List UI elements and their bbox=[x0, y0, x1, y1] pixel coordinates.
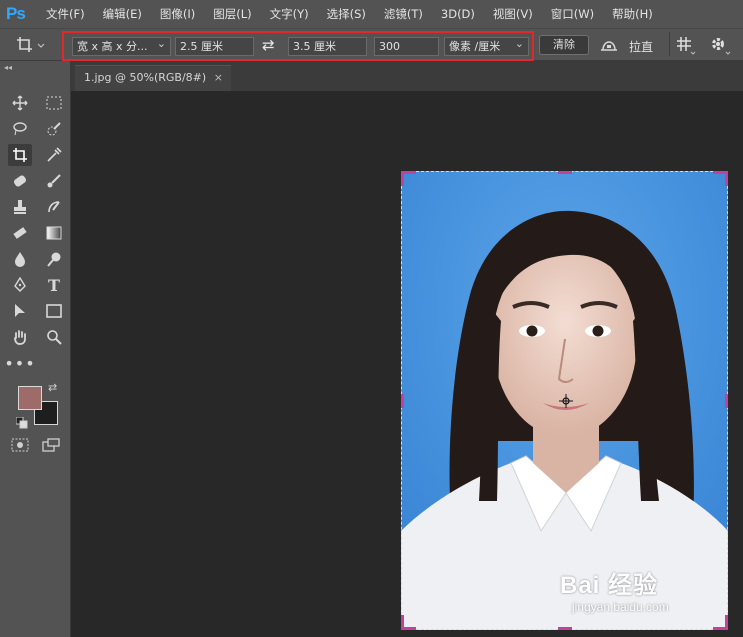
options-divider bbox=[669, 32, 670, 56]
clear-button[interactable]: 清除 bbox=[539, 35, 589, 55]
crop-handle-top-right[interactable] bbox=[713, 171, 728, 186]
dodge-tool-icon[interactable] bbox=[42, 248, 66, 270]
type-tool-icon[interactable]: T bbox=[42, 274, 66, 296]
straighten-icon[interactable] bbox=[598, 36, 620, 57]
menu-image[interactable]: 图像(I) bbox=[160, 6, 204, 22]
default-colors-icon[interactable] bbox=[15, 416, 28, 432]
more-tools-icon[interactable]: ••• bbox=[4, 352, 34, 374]
crop-handle-top[interactable] bbox=[558, 171, 572, 174]
healing-brush-tool-icon[interactable] bbox=[8, 170, 32, 192]
crop-tool-preset-icon[interactable] bbox=[16, 36, 46, 57]
baidu-watermark: Bai 经验 jingyan.baidu.com bbox=[560, 565, 669, 614]
menu-select[interactable]: 选择(S) bbox=[327, 6, 375, 22]
menu-window[interactable]: 窗口(W) bbox=[551, 6, 603, 22]
lasso-tool-icon[interactable] bbox=[8, 118, 32, 140]
menu-filter[interactable]: 滤镜(T) bbox=[384, 6, 432, 22]
settings-gear-icon[interactable] bbox=[710, 36, 732, 59]
crop-center-crosshair-icon bbox=[559, 394, 573, 411]
crop-handle-bottom-left[interactable] bbox=[401, 615, 416, 630]
menu-items: 文件(F) 编辑(E) 图像(I) 图层(L) 文字(Y) 选择(S) 滤镜(T… bbox=[46, 0, 671, 28]
move-tool-icon[interactable] bbox=[8, 92, 32, 114]
crop-handle-left[interactable] bbox=[401, 394, 404, 408]
marquee-tool-icon[interactable] bbox=[42, 92, 66, 114]
collapse-toolbar-icon[interactable]: ◂◂ bbox=[4, 63, 12, 72]
document-tab[interactable]: 1.jpg @ 50%(RGB/8#) × bbox=[75, 65, 231, 91]
path-selection-tool-icon[interactable] bbox=[8, 300, 32, 322]
crop-bounding-box[interactable] bbox=[401, 171, 728, 630]
quick-selection-tool-icon[interactable] bbox=[42, 118, 66, 140]
menu-file[interactable]: 文件(F) bbox=[46, 6, 94, 22]
crop-handle-top-left[interactable] bbox=[401, 171, 416, 186]
blur-tool-icon[interactable] bbox=[8, 248, 32, 270]
menu-3d[interactable]: 3D(D) bbox=[441, 7, 484, 21]
close-tab-icon[interactable]: × bbox=[214, 66, 223, 90]
eyedropper-tool-icon[interactable] bbox=[42, 144, 66, 166]
crop-tool-icon[interactable] bbox=[8, 144, 32, 166]
screen-mode-icon[interactable] bbox=[42, 438, 60, 455]
menu-view[interactable]: 视图(V) bbox=[493, 6, 542, 22]
zoom-tool-icon[interactable] bbox=[42, 326, 66, 348]
crop-handle-right[interactable] bbox=[725, 394, 728, 408]
highlight-annotation-box bbox=[62, 31, 534, 61]
clone-stamp-tool-icon[interactable] bbox=[8, 196, 32, 218]
swap-colors-icon[interactable]: ⇄ bbox=[48, 381, 57, 394]
menu-edit[interactable]: 编辑(E) bbox=[103, 6, 151, 22]
crop-handle-bottom[interactable] bbox=[558, 627, 572, 630]
tools-grid: T ••• bbox=[4, 92, 66, 374]
gradient-tool-icon[interactable] bbox=[42, 222, 66, 244]
history-brush-tool-icon[interactable] bbox=[42, 196, 66, 218]
watermark-url: jingyan.baidu.com bbox=[572, 600, 669, 614]
quick-mask-icon[interactable] bbox=[11, 438, 29, 455]
eraser-tool-icon[interactable] bbox=[8, 222, 32, 244]
pen-tool-icon[interactable] bbox=[8, 274, 32, 296]
menu-layer[interactable]: 图层(L) bbox=[213, 6, 260, 22]
brush-tool-icon[interactable] bbox=[42, 170, 66, 192]
rectangle-tool-icon[interactable] bbox=[42, 300, 66, 322]
straighten-label[interactable]: 拉直 bbox=[629, 38, 653, 55]
photoshop-logo: Ps bbox=[6, 4, 26, 23]
grid-overlay-icon[interactable] bbox=[676, 36, 698, 59]
menu-help[interactable]: 帮助(H) bbox=[612, 6, 662, 22]
foreground-color-swatch[interactable] bbox=[18, 386, 42, 410]
crop-handle-bottom-right[interactable] bbox=[713, 615, 728, 630]
watermark-main: Bai 经验 bbox=[560, 572, 659, 599]
document-tab-title: 1.jpg @ 50%(RGB/8#) bbox=[84, 71, 207, 84]
menu-type[interactable]: 文字(Y) bbox=[270, 6, 318, 22]
hand-tool-icon[interactable] bbox=[8, 326, 32, 348]
